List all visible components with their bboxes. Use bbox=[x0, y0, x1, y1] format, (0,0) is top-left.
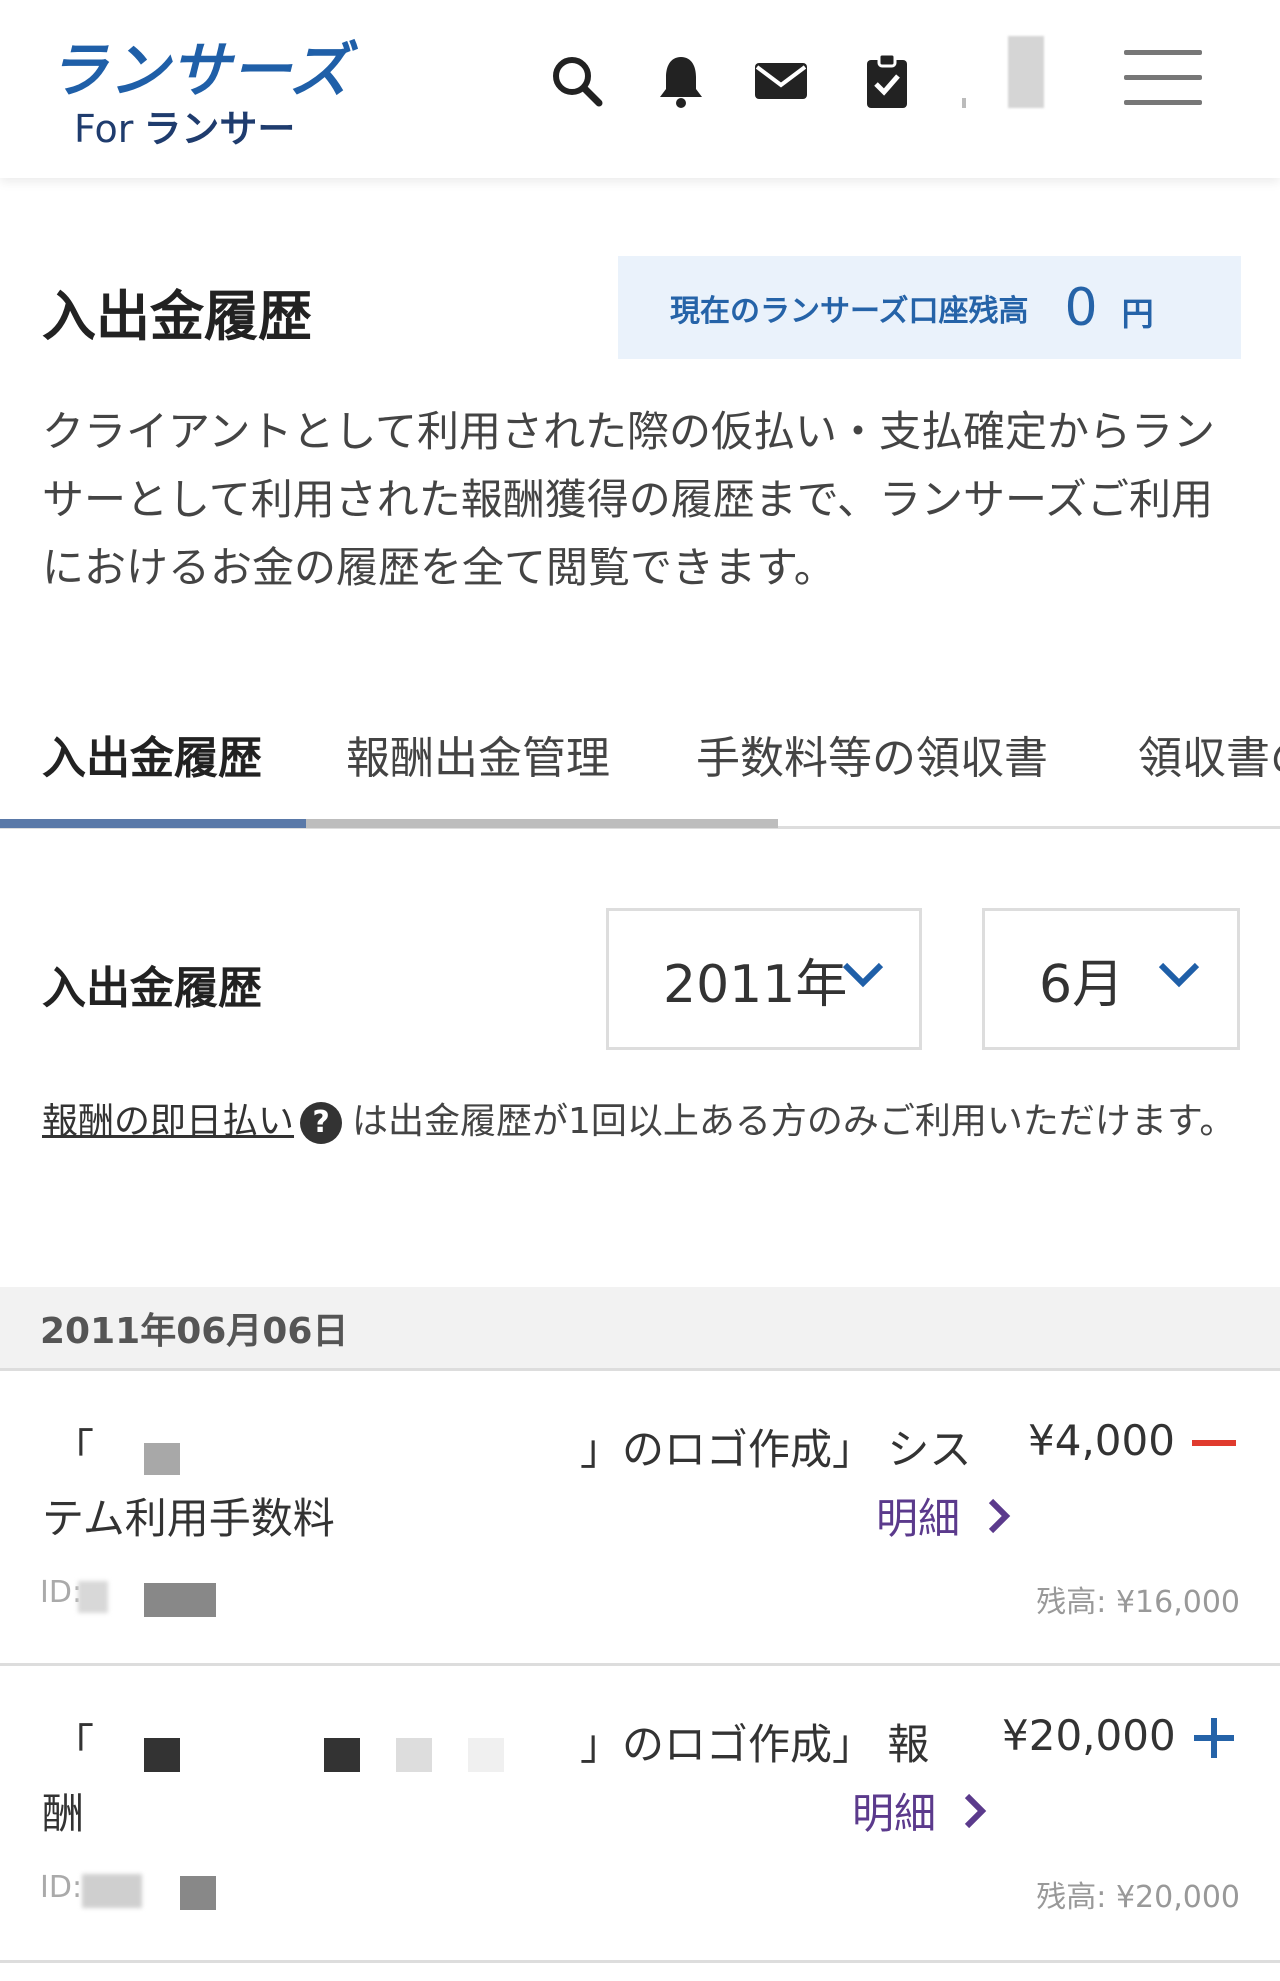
entry-quote-open: 「 bbox=[52, 1720, 95, 1769]
entry-id-label: ID: bbox=[40, 1870, 83, 1905]
chevron-down-icon bbox=[1158, 962, 1200, 988]
redacted-block bbox=[468, 1738, 504, 1772]
tab-receipts[interactable]: 領収書の bbox=[1138, 722, 1280, 786]
instant-pay-link[interactable]: 報酬の即日払い bbox=[42, 1101, 294, 1142]
section-title: 入出金履歴 bbox=[42, 963, 262, 1014]
entry-title-line2: 酬 bbox=[42, 1789, 85, 1838]
minus-icon bbox=[1192, 1440, 1236, 1446]
detail-link[interactable]: 明細 bbox=[876, 1485, 1012, 1546]
balance-label: 現在のランサーズ口座残高 bbox=[670, 293, 1029, 329]
redacted-block bbox=[78, 1581, 108, 1613]
logo-for-text: For bbox=[74, 107, 134, 151]
bell-icon[interactable] bbox=[652, 52, 710, 110]
avatar[interactable] bbox=[1008, 36, 1044, 108]
site-header: ランサーズ For ランサー bbox=[0, 0, 1280, 178]
year-select[interactable]: 2011年 bbox=[606, 908, 922, 1050]
clipboard-check-icon[interactable] bbox=[858, 52, 916, 110]
list-item: 「 」のロゴ作成」 報 ¥20,000 酬 明細 ID: 残高: ¥20,000 bbox=[0, 1666, 1280, 1963]
tab-history[interactable]: 入出金履歴 bbox=[42, 722, 262, 786]
tab-withdrawal[interactable]: 報酬出金管理 bbox=[346, 722, 610, 786]
year-value: 2011年 bbox=[663, 954, 848, 1015]
list-item: 「 」のロゴ作成」 シス ¥4,000 テム利用手数料 明細 ID: 残高: ¥… bbox=[0, 1371, 1280, 1666]
date-header: 2011年06月06日 bbox=[0, 1287, 1280, 1371]
search-icon[interactable] bbox=[548, 52, 606, 110]
mail-icon[interactable] bbox=[752, 52, 810, 110]
entry-quote-open: 「 bbox=[52, 1425, 95, 1474]
menu-icon[interactable] bbox=[1124, 50, 1202, 112]
month-select[interactable]: 6月 bbox=[982, 908, 1240, 1050]
tab-active-indicator bbox=[0, 819, 306, 828]
redacted-block bbox=[180, 1876, 216, 1910]
balance-box: 現在のランサーズ口座残高 0 円 bbox=[618, 256, 1241, 359]
entry-id-label: ID: bbox=[40, 1575, 83, 1610]
tab-bar: 入出金履歴 報酬出金管理 手数料等の領収書 領収書の bbox=[0, 700, 1280, 830]
entry-title[interactable]: 」のロゴ作成」 シス bbox=[580, 1416, 971, 1477]
chevron-right-icon bbox=[988, 1498, 1011, 1533]
balance-unit: 円 bbox=[1121, 294, 1154, 333]
redacted-block bbox=[396, 1738, 432, 1772]
redacted-block bbox=[324, 1738, 360, 1772]
logo[interactable]: ランサーズ bbox=[48, 22, 350, 109]
entry-title[interactable]: 」のロゴ作成」 報 bbox=[580, 1711, 929, 1772]
redacted-block bbox=[144, 1443, 180, 1475]
detail-label: 明細 bbox=[876, 1494, 961, 1543]
balance-value: 0 bbox=[1064, 277, 1098, 338]
redacted-block bbox=[144, 1738, 180, 1772]
page-title: 入出金履歴 bbox=[42, 285, 312, 348]
help-icon[interactable]: ? bbox=[300, 1102, 343, 1144]
month-value: 6月 bbox=[1039, 954, 1125, 1015]
entry-title-line2: テム利用手数料 bbox=[42, 1494, 335, 1543]
detail-link[interactable]: 明細 bbox=[852, 1780, 988, 1841]
plus-icon bbox=[1194, 1718, 1234, 1758]
chevron-down-icon bbox=[842, 962, 884, 988]
detail-label: 明細 bbox=[852, 1789, 937, 1838]
instant-pay-text: は出金履歴が1回以上ある方のみご利用いただけます。 bbox=[352, 1101, 1236, 1142]
instant-pay-note: 報酬の即日払い? は出金履歴が1回以上ある方のみご利用いただけます。 bbox=[42, 1092, 1242, 1152]
entry-amount: ¥20,000 bbox=[1002, 1711, 1176, 1760]
redacted-block bbox=[82, 1874, 142, 1908]
date-header-text: 2011年06月06日 bbox=[40, 1310, 349, 1352]
entry-amount: ¥4,000 bbox=[1028, 1416, 1175, 1465]
tab-fee-receipts[interactable]: 手数料等の領収書 bbox=[696, 722, 1048, 786]
page-description: クライアントとして利用された際の仮払い・支払確定からランサーとして利用された報酬… bbox=[42, 407, 1216, 592]
entry-balance: 残高: ¥20,000 bbox=[1036, 1880, 1240, 1915]
redacted-block bbox=[144, 1583, 216, 1617]
logo-subtitle: For ランサー bbox=[74, 98, 295, 153]
logo-sub-text: ランサー bbox=[143, 107, 296, 151]
avatar-edge bbox=[962, 98, 966, 108]
chevron-right-icon bbox=[964, 1793, 987, 1828]
entry-balance: 残高: ¥16,000 bbox=[1036, 1585, 1240, 1620]
